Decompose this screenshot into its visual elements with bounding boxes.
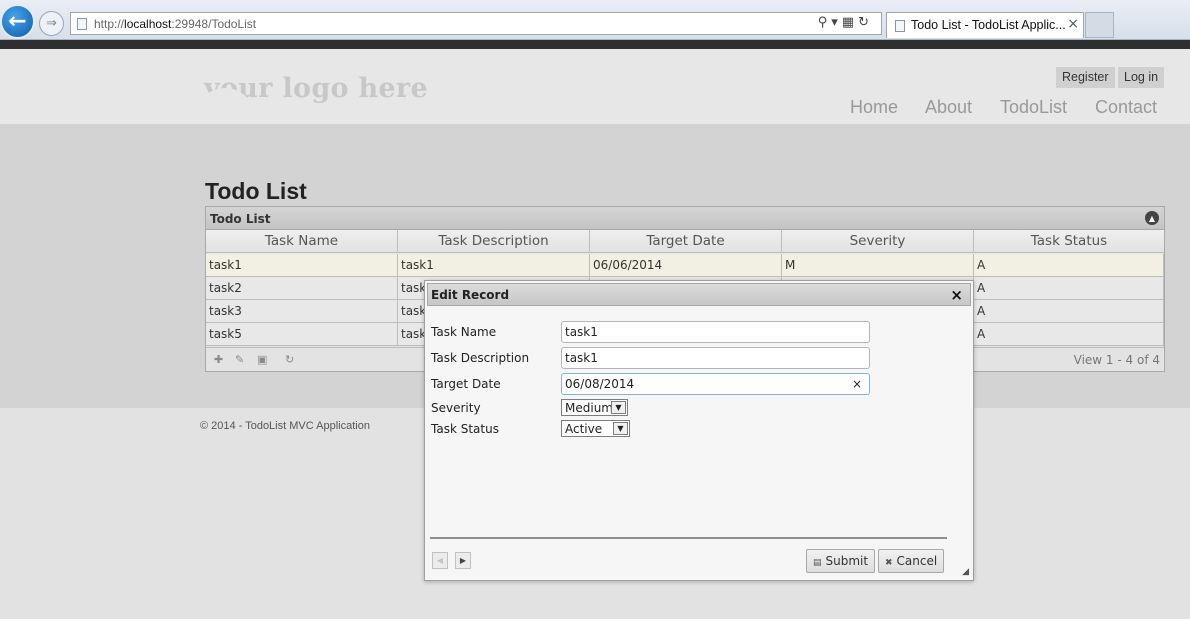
chevron-down-icon: ▼ (613, 422, 628, 435)
table-cell: task1 (206, 254, 398, 277)
nav-home[interactable]: Home (850, 97, 898, 118)
search-icon[interactable]: ⚲ (818, 15, 832, 30)
next-record-icon[interactable]: ▶ (455, 552, 471, 569)
severity-value: Medium (565, 401, 613, 415)
submit-button[interactable]: ▤ Submit (806, 549, 876, 573)
top-bar (0, 40, 1190, 49)
target-date-input[interactable] (561, 373, 870, 395)
severity-select[interactable]: Medium ▼ (561, 399, 628, 416)
dropdown-icon[interactable]: ▾ (831, 15, 842, 30)
refresh-icon[interactable]: ↻ (858, 15, 873, 30)
table-cell: A (974, 277, 1164, 300)
login-link[interactable]: Log in (1118, 67, 1165, 88)
submit-label: Submit (825, 554, 869, 568)
address-bar[interactable]: http://localhost:29948/TodoList ⚲▾▦↻ (70, 12, 882, 35)
target-date-label: Target Date (431, 377, 501, 391)
task-name-label: Task Name (431, 325, 497, 339)
previous-record-icon[interactable]: ◀ (432, 552, 448, 569)
column-header-target-date[interactable]: Target Date (590, 230, 782, 253)
site-header: your logo here Register Log in Home Abou… (0, 49, 1190, 124)
footer-copyright: © 2014 - TodoList MVC Application (200, 420, 370, 432)
edit-icon[interactable]: ✎ (235, 353, 244, 366)
table-cell: task5 (206, 323, 398, 346)
tab-page-icon (895, 20, 905, 32)
table-cell: task2 (206, 277, 398, 300)
save-icon: ▤ (813, 558, 822, 568)
cancel-label: Cancel (896, 554, 938, 568)
refresh-icon[interactable]: ↻ (285, 353, 294, 366)
clear-input-icon[interactable]: × (852, 377, 862, 391)
task-status-select[interactable]: Active ▼ (561, 420, 630, 437)
resize-handle-icon[interactable]: ◢ (962, 567, 969, 577)
table-cell: M (782, 254, 974, 277)
browser-chrome: ← ⇒ http://localhost:29948/TodoList ⚲▾▦↻… (0, 0, 1190, 40)
url-host: localhost (124, 17, 172, 31)
table-cell: A (974, 323, 1164, 346)
column-header-task-name[interactable]: Task Name (206, 230, 398, 253)
dialog-separator (430, 537, 947, 539)
dialog-title: Edit Record (431, 288, 510, 302)
grid-caption: Todo List ▲ (206, 207, 1164, 230)
table-cell: A (974, 300, 1164, 323)
tab-title: Todo List - TodoList Applic... (911, 18, 1066, 32)
severity-label: Severity (431, 401, 481, 415)
new-tab-button[interactable] (1085, 12, 1114, 38)
url-text[interactable]: http://localhost:29948/TodoList (94, 17, 256, 31)
task-description-input[interactable] (561, 347, 870, 369)
table-row[interactable]: task1 task1 06/06/2014 M A (206, 254, 1164, 277)
address-tools: ⚲▾▦↻ (818, 15, 873, 30)
column-header-task-description[interactable]: Task Description (398, 230, 590, 253)
table-cell: task3 (206, 300, 398, 323)
chevron-down-icon: ▼ (611, 401, 626, 414)
column-header-severity[interactable]: Severity (782, 230, 974, 253)
pager-view-text: View 1 - 4 of 4 (1073, 353, 1160, 367)
page-title: Todo List (205, 178, 307, 204)
dialog-titlebar[interactable]: Edit Record × (427, 283, 971, 306)
page-icon (77, 18, 87, 30)
delete-icon[interactable]: ▣ (257, 353, 267, 366)
nav-contact[interactable]: Contact (1095, 97, 1157, 118)
compat-icon[interactable]: ▦ (842, 15, 858, 30)
column-header-task-status[interactable]: Task Status (974, 230, 1164, 253)
task-description-label: Task Description (431, 351, 530, 365)
cancel-button[interactable]: ✖ Cancel (878, 549, 945, 573)
add-icon[interactable]: ✚ (214, 353, 223, 366)
table-cell: task1 (398, 254, 590, 277)
url-prefix: http:// (94, 17, 125, 31)
task-status-label: Task Status (431, 422, 499, 436)
cancel-icon: ✖ (885, 558, 893, 568)
forward-arrow-icon[interactable]: ⇒ (39, 11, 64, 36)
edit-record-dialog: Edit Record × Task Name Task Description… (424, 280, 974, 581)
browser-tab[interactable]: Todo List - TodoList Applic... × (886, 12, 1084, 38)
collapse-icon[interactable]: ▲ (1145, 211, 1159, 225)
close-icon[interactable]: × (950, 286, 963, 304)
url-rest: :29948/TodoList (171, 17, 257, 31)
task-name-input[interactable] (561, 321, 870, 343)
nav-about[interactable]: About (925, 97, 972, 118)
grid-caption-text: Todo List (210, 212, 271, 226)
task-status-value: Active (565, 422, 603, 436)
register-link[interactable]: Register (1056, 67, 1115, 88)
tab-close-icon[interactable]: × (1067, 16, 1079, 32)
nav-todolist[interactable]: TodoList (1000, 97, 1067, 118)
table-cell: A (974, 254, 1164, 277)
back-arrow-icon[interactable]: ← (0, 4, 35, 39)
table-cell: 06/06/2014 (590, 254, 782, 277)
